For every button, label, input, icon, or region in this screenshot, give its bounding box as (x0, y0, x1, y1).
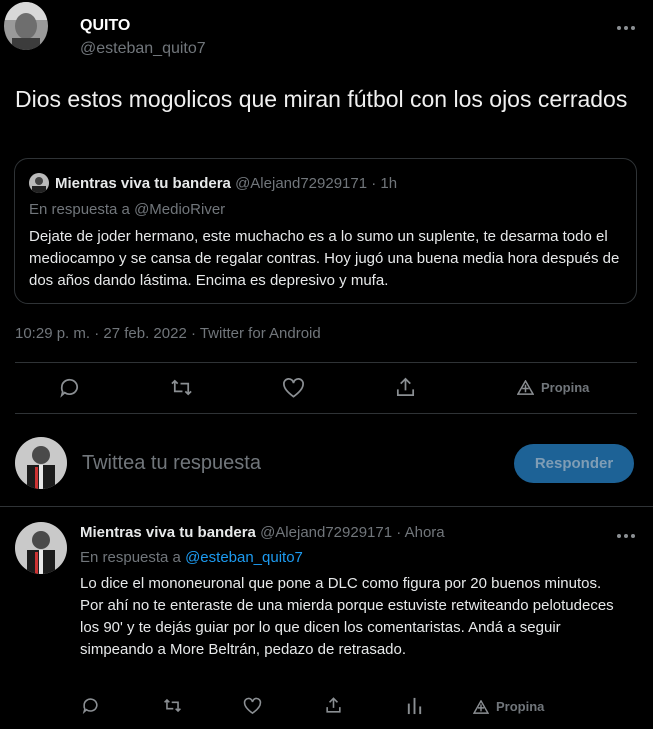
reply-author-handle[interactable]: @Alejand72929171 (260, 524, 392, 541)
author-handle[interactable]: @esteban_quito7 (80, 40, 206, 58)
quoted-author-handle: @Alejand72929171 (235, 175, 368, 192)
share-icon[interactable] (324, 696, 343, 720)
author-name[interactable]: QUITO (80, 17, 130, 35)
quoted-author-name: Mientras viva tu bandera (55, 175, 231, 192)
quoted-tweet-card[interactable]: Mientras viva tu bandera @Alejand7292917… (14, 158, 637, 304)
tip-icon (473, 699, 489, 714)
tweet-text: Dios estos mogolicos que miran fútbol co… (15, 86, 628, 112)
reply-tweet-time[interactable]: · Ahora (396, 524, 444, 541)
reply-to-line: En respuesta a @esteban_quito7 (80, 549, 303, 566)
retweet-icon[interactable] (162, 696, 183, 720)
divider (0, 506, 653, 507)
heart-icon[interactable] (243, 697, 262, 720)
more-dots-icon[interactable] (615, 525, 637, 547)
divider (15, 362, 637, 363)
reply-submit-button[interactable]: Responder (514, 444, 634, 483)
reply-to-handle-link[interactable]: @esteban_quito7 (185, 549, 303, 566)
heart-icon[interactable] (282, 377, 305, 404)
reply-author-avatar[interactable] (15, 522, 67, 574)
reply-to-prefix: En respuesta a (80, 549, 181, 566)
reply-author-name[interactable]: Mientras viva tu bandera (80, 524, 256, 541)
author-avatar[interactable] (4, 2, 48, 50)
quoted-reply-to: En respuesta a @MedioRiver (29, 201, 226, 218)
tip-icon (517, 380, 534, 395)
quoted-author-avatar (29, 173, 49, 193)
more-dots-icon[interactable] (615, 17, 637, 39)
tip-label: Propina (541, 380, 590, 395)
tip-label: Propina (496, 699, 545, 714)
tip-button[interactable]: Propina (517, 380, 589, 395)
reply-tweet-header: Mientras viva tu bandera @Alejand7292917… (80, 524, 445, 541)
user-avatar[interactable] (15, 437, 67, 489)
quoted-tweet-time: · 1h (371, 175, 398, 192)
share-icon[interactable] (394, 376, 417, 404)
reply-bubble-icon[interactable] (81, 696, 100, 720)
analytics-icon[interactable] (405, 696, 424, 720)
divider (15, 413, 637, 414)
reply-bubble-icon[interactable] (58, 376, 81, 404)
tip-button[interactable]: Propina (473, 699, 544, 714)
reply-input[interactable]: Twittea tu respuesta (82, 452, 261, 475)
quoted-tweet-header: Mientras viva tu bandera @Alejand7292917… (55, 175, 397, 192)
tweet-meta[interactable]: 10:29 p. m. · 27 feb. 2022 · Twitter for… (15, 325, 321, 342)
reply-tweet-text: Lo dice el mononeuronal que pone a DLC c… (80, 575, 614, 658)
quoted-tweet-text: Dejate de joder hermano, este muchacho e… (29, 228, 620, 289)
retweet-icon[interactable] (169, 376, 194, 404)
